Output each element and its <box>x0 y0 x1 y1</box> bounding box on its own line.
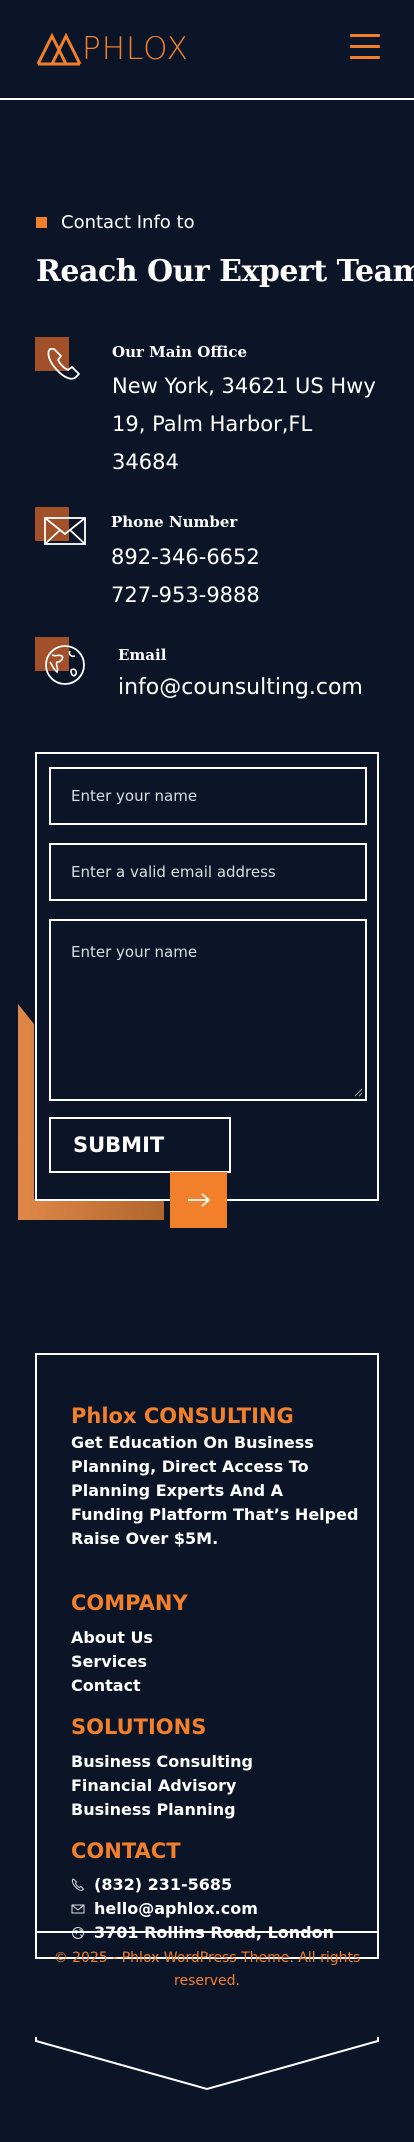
site-footer: Phlox CONSULTING Get Education On Busine… <box>35 1353 379 1989</box>
footer-company-title: COMPANY <box>71 1591 188 1615</box>
site-header: PHLOX <box>0 0 414 100</box>
office-address-line-1: New York, 34621 US Hwy <box>112 374 376 398</box>
name-field[interactable]: Enter your name <box>49 767 367 825</box>
footer-phone-text: (832) 231-5685 <box>94 1875 233 1894</box>
phone-label: Phone Number <box>111 513 238 531</box>
mail-icon <box>71 1904 85 1913</box>
phone-number-1[interactable]: 892-346-6652 <box>111 538 260 576</box>
copyright-text: © 2025 - Phlox WordPress Theme. All righ… <box>53 1950 361 1989</box>
footer-phone[interactable]: (832) 231-5685 <box>71 1875 232 1894</box>
email-info: Email info@counsulting.com <box>35 637 385 707</box>
email-field[interactable]: Enter a valid email address <box>49 843 367 901</box>
phone-info: Phone Number 892-346-6652 727-953-9888 <box>35 507 385 617</box>
footer-link-business-planning[interactable]: Business Planning <box>71 1800 236 1819</box>
message-placeholder: Enter your name <box>71 943 198 961</box>
arrow-right-icon <box>187 1193 210 1207</box>
contact-eyebrow: Contact Info to <box>36 212 195 233</box>
phone-number-2[interactable]: 727-953-9888 <box>111 576 260 614</box>
phone-icon <box>71 1877 85 1891</box>
contact-title: Reach Our Expert Team <box>36 254 414 289</box>
globe-icon <box>45 645 85 685</box>
logo-wordmark: PHLOX <box>82 31 189 67</box>
footer-divider <box>37 1931 377 1933</box>
message-textarea[interactable]: Enter your name <box>49 919 367 1101</box>
office-address: New York, 34621 US Hwy 19, Palm Harbor,F… <box>112 367 376 481</box>
resize-handle-icon[interactable] <box>354 1088 363 1097</box>
footer-link-financial-advisory[interactable]: Financial Advisory <box>71 1776 236 1795</box>
footer-link-services[interactable]: Services <box>71 1652 147 1671</box>
office-address-line-2: 19, Palm Harbor,FL <box>112 412 313 436</box>
footer-email-text: hello@aphlox.com <box>94 1899 258 1918</box>
office-info: Our Main Office New York, 34621 US Hwy 1… <box>35 337 385 477</box>
logo-mountain-icon <box>36 32 82 66</box>
phone-icon <box>47 348 80 380</box>
mail-icon <box>44 517 86 545</box>
eyebrow-square-icon <box>36 217 47 228</box>
footer-about-text: Get Education On Business Planning, Dire… <box>71 1433 359 1548</box>
footer-contact-title: CONTACT <box>71 1839 181 1863</box>
footer-email[interactable]: hello@aphlox.com <box>71 1899 258 1918</box>
footer-solutions-title: SOLUTIONS <box>71 1715 207 1739</box>
phone-numbers: 892-346-6652 727-953-9888 <box>111 538 260 614</box>
eyebrow-text: Contact Info to <box>61 212 195 233</box>
hamburger-menu-icon[interactable] <box>350 34 380 64</box>
footer-link-about-us[interactable]: About Us <box>71 1628 153 1647</box>
email-placeholder: Enter a valid email address <box>71 863 276 881</box>
footer-about-title: Phlox CONSULTING <box>71 1404 294 1428</box>
site-logo[interactable]: PHLOX <box>36 30 189 68</box>
submit-button[interactable]: SUBMIT <box>49 1117 231 1173</box>
footer-chevron-shape <box>35 2037 379 2091</box>
name-placeholder: Enter your name <box>71 787 198 805</box>
contact-form: Enter your name Enter a valid email addr… <box>35 752 379 1201</box>
office-label: Our Main Office <box>112 343 247 361</box>
footer-link-contact[interactable]: Contact <box>71 1676 141 1695</box>
arrow-right-button[interactable] <box>170 1172 227 1228</box>
footer-link-business-consulting[interactable]: Business Consulting <box>71 1752 253 1771</box>
office-address-line-3: 34684 <box>112 450 179 474</box>
email-value[interactable]: info@counsulting.com <box>118 669 363 707</box>
email-label: Email <box>118 646 167 664</box>
